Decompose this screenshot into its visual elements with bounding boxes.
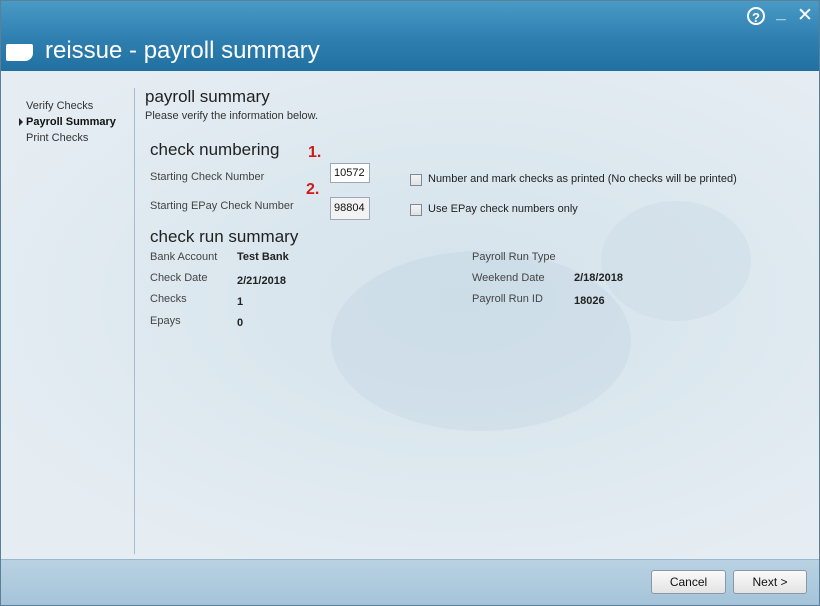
page-instructions: Please verify the information below. [145, 110, 319, 122]
check-run-summary-heading: check run summary [150, 227, 299, 246]
button-bar: Cancel Next > [1, 559, 819, 605]
summary-label: Weekend Date [472, 272, 545, 284]
summary-label: Epays [150, 315, 181, 327]
summary-value: 1 [237, 296, 244, 308]
summary-label: Payroll Run ID [472, 293, 543, 305]
summary-label: Payroll Run Type [472, 251, 556, 263]
main-panel: payroll summary Please verify the inform… [1, 71, 819, 559]
cancel-button[interactable]: Cancel [651, 570, 726, 594]
annotation-marker-1: 1. [308, 144, 322, 161]
annotation-marker-2: 2. [306, 181, 320, 198]
minimize-icon[interactable]: _ [773, 3, 789, 23]
starting-check-number-input[interactable] [330, 163, 370, 183]
summary-value: 18026 [574, 295, 605, 307]
summary-value: Test Bank [237, 251, 289, 263]
check-numbering-heading: check numbering [150, 140, 280, 159]
epay-only-checkbox[interactable] [410, 204, 422, 216]
content-area: Verify Checks Payroll Summary Print Chec… [1, 71, 819, 559]
mark-as-printed-checkbox[interactable] [410, 174, 422, 186]
starting-epay-number-input[interactable] [330, 197, 370, 220]
title-bar: reissue - payroll summary ? _ ✕ [1, 1, 819, 71]
mark-as-printed-label: Number and mark checks as printed (No ch… [428, 173, 737, 185]
window-title: reissue - payroll summary [45, 37, 320, 64]
summary-value: 2/21/2018 [237, 275, 286, 287]
summary-value: 2/18/2018 [574, 272, 623, 284]
summary-label: Check Date [150, 272, 208, 284]
summary-value: 0 [237, 317, 244, 329]
next-button[interactable]: Next > [733, 570, 807, 594]
starting-epay-label: Starting EPay Check Number [150, 200, 294, 212]
payroll-window: reissue - payroll summary ? _ ✕ Verify C… [0, 0, 820, 606]
page-title: payroll summary [145, 87, 270, 106]
starting-check-label: Starting Check Number [150, 171, 265, 183]
app-logo-icon [6, 44, 33, 61]
summary-label: Bank Account [150, 251, 218, 263]
epay-only-label: Use EPay check numbers only [428, 203, 578, 215]
close-icon[interactable]: ✕ [796, 6, 814, 26]
summary-label: Checks [150, 293, 187, 305]
help-icon[interactable]: ? [747, 7, 765, 25]
